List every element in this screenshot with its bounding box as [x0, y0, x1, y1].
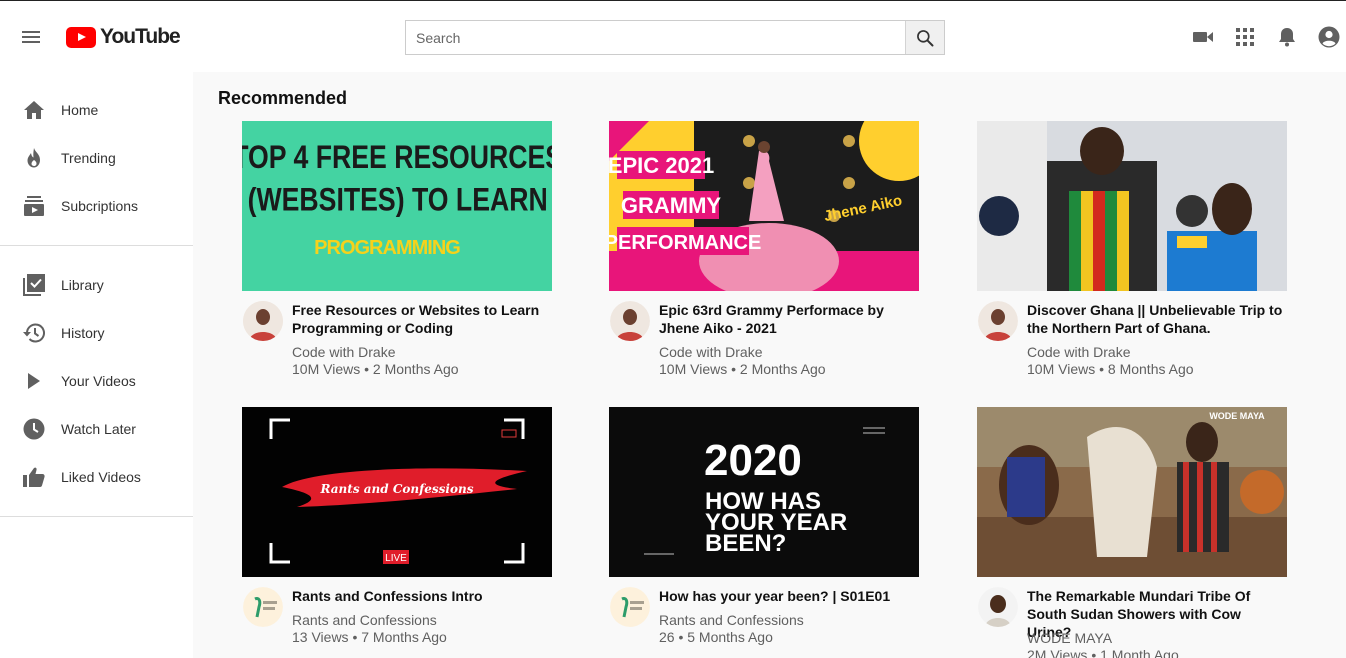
video-meta: 10M Views • 2 Months Ago: [659, 361, 826, 377]
sidebar-item-label: Trending: [61, 150, 116, 166]
video-thumbnail[interactable]: TOP 4 FREE RESOURCES (WEBSITES) TO LEARN…: [242, 121, 552, 291]
flame-icon: [22, 146, 46, 170]
channel-avatar[interactable]: [243, 301, 283, 341]
thumbnail-headline: PERFORMANCE: [609, 232, 761, 254]
home-icon: [22, 98, 46, 122]
video-meta: 10M Views • 8 Months Ago: [1027, 361, 1194, 377]
account-avatar-icon[interactable]: [1317, 25, 1341, 49]
sidebar-item-label: Watch Later: [61, 421, 136, 437]
thumbnail-art: Rants and Confessions LIVE: [242, 407, 552, 577]
thumbnail-art: TOP 4 FREE RESOURCES (WEBSITES) TO LEARN…: [242, 121, 552, 291]
clock-icon: [22, 417, 46, 441]
sidebar-item-library[interactable]: Library: [0, 265, 193, 305]
thumbnail-headline: BEEN?: [705, 530, 786, 557]
history-icon: [22, 321, 46, 345]
sidebar-item-liked-videos[interactable]: Liked Videos: [0, 457, 193, 497]
video-meta: 26 • 5 Months Ago: [659, 629, 773, 645]
hamburger-menu-icon[interactable]: [19, 25, 43, 49]
thumbnail-headline: 2020: [704, 436, 802, 485]
logo-text: YouTube: [100, 25, 181, 48]
thumbnail-art: 2020 HOW HAS YOUR YEAR BEEN?: [609, 407, 919, 577]
sidebar-divider: [0, 245, 193, 246]
search-input[interactable]: [406, 21, 905, 54]
notifications-bell-icon[interactable]: [1275, 25, 1299, 49]
video-title[interactable]: Epic 63rd Grammy Performace by Jhene Aik…: [659, 301, 919, 337]
video-meta: 2M Views • 1 Month Ago: [1027, 647, 1179, 658]
thumbnail-art: WODE MAYA: [977, 407, 1287, 577]
channel-name[interactable]: Code with Drake: [292, 344, 396, 361]
search-bar: [405, 20, 945, 55]
search-button[interactable]: [905, 21, 944, 54]
thumbs-up-icon: [22, 465, 46, 489]
youtube-logo[interactable]: YouTube: [66, 25, 181, 49]
thumbnail-badge: LIVE: [385, 553, 407, 564]
channel-name[interactable]: Code with Drake: [659, 344, 763, 361]
sidebar-item-label: Home: [61, 102, 99, 118]
sidebar-item-subscriptions[interactable]: Subcriptions: [0, 186, 193, 226]
video-thumbnail[interactable]: EPIC 2021 GRAMMY PERFORMANCE Jhene Aiko: [609, 121, 919, 291]
channel-avatar[interactable]: [978, 587, 1018, 627]
sidebar-divider: [0, 516, 193, 517]
video-meta: 10M Views • 2 Months Ago: [292, 361, 459, 377]
youtube-play-logo-icon: [66, 26, 96, 48]
thumbnail-headline: Rants and Confessions: [320, 482, 474, 496]
thumbnail-art: EPIC 2021 GRAMMY PERFORMANCE Jhene Aiko: [609, 121, 919, 291]
sidebar-item-label: Subcriptions: [61, 198, 139, 214]
video-thumbnail[interactable]: Rants and Confessions LIVE: [242, 407, 552, 577]
thumbnail-headline: GRAMMY: [621, 193, 722, 218]
channel-avatar[interactable]: [243, 587, 283, 627]
library-icon: [22, 273, 46, 297]
thumbnail-headline: (WEBSITES) TO LEARN: [248, 182, 548, 218]
sidebar-item-label: Library: [61, 277, 104, 293]
video-thumbnail[interactable]: 2020 HOW HAS YOUR YEAR BEEN?: [609, 407, 919, 577]
search-icon: [917, 29, 934, 46]
channel-avatar[interactable]: [610, 301, 650, 341]
sidebar: Home Trending Subcriptions Library Histo…: [0, 72, 193, 658]
top-bar: YouTube: [0, 0, 1346, 72]
channel-name[interactable]: Rants and Confessions: [292, 612, 437, 629]
sidebar-item-history[interactable]: History: [0, 313, 193, 353]
video-meta: 13 Views • 7 Months Ago: [292, 629, 447, 645]
sidebar-item-label: Your Videos: [61, 373, 136, 389]
play-icon: [22, 369, 46, 393]
video-thumbnail[interactable]: [977, 121, 1287, 291]
sidebar-item-label: History: [61, 325, 105, 341]
channel-name[interactable]: Rants and Confessions: [659, 612, 804, 629]
sidebar-item-trending[interactable]: Trending: [0, 138, 193, 178]
video-title[interactable]: Discover Ghana || Unbelievable Trip to t…: [1027, 301, 1287, 337]
sidebar-item-watch-later[interactable]: Watch Later: [0, 409, 193, 449]
sidebar-item-home[interactable]: Home: [0, 90, 193, 130]
channel-name[interactable]: WODE MAYA: [1027, 630, 1112, 647]
channel-name[interactable]: Code with Drake: [1027, 344, 1131, 361]
channel-avatar[interactable]: [610, 587, 650, 627]
create-video-icon[interactable]: [1191, 25, 1215, 49]
thumbnail-watermark: WODE MAYA: [1209, 411, 1265, 421]
sidebar-item-your-videos[interactable]: Your Videos: [0, 361, 193, 401]
sidebar-item-label: Liked Videos: [61, 469, 141, 485]
video-thumbnail[interactable]: WODE MAYA: [977, 407, 1287, 577]
thumbnail-headline: TOP 4 FREE RESOURCES: [242, 139, 552, 175]
channel-avatar[interactable]: [978, 301, 1018, 341]
thumbnail-subtext: PROGRAMMING: [314, 237, 460, 259]
thumbnail-art: [977, 121, 1287, 291]
thumbnail-headline: EPIC 2021: [609, 153, 714, 178]
section-title: Recommended: [218, 88, 348, 108]
video-title[interactable]: Rants and Confessions Intro: [292, 587, 552, 605]
video-title[interactable]: How has your year been? | S01E01: [659, 587, 919, 605]
video-title[interactable]: Free Resources or Websites to Learn Prog…: [292, 301, 552, 337]
apps-grid-icon[interactable]: [1233, 25, 1257, 49]
subscriptions-icon: [22, 194, 46, 218]
